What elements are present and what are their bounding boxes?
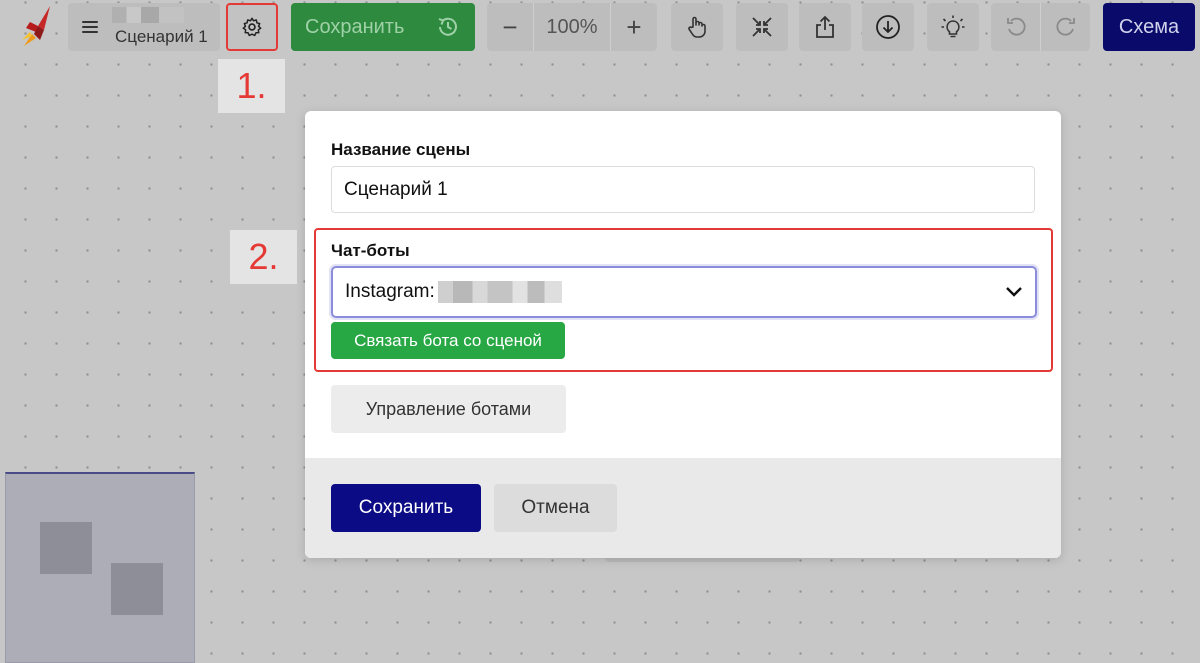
chatbots-label: Чат-боты — [331, 241, 410, 260]
step-1-label: 1. — [218, 59, 285, 113]
manage-bots-button[interactable]: Управление ботами — [331, 385, 566, 433]
toolbar-save-label: Сохранить — [305, 15, 405, 38]
hand-tool-button[interactable] — [671, 3, 723, 51]
link-bot-button[interactable]: Связать бота со сценой — [331, 322, 565, 359]
zoom-out-button[interactable]: − — [487, 3, 533, 51]
gear-icon — [242, 17, 262, 37]
fit-icon — [752, 17, 772, 37]
zoom-in-button[interactable]: + — [611, 3, 657, 51]
history-icon[interactable] — [435, 14, 461, 40]
toolbar-save-button[interactable]: Сохранить — [291, 3, 475, 51]
redo-button[interactable] — [1041, 3, 1090, 51]
pixelated-account-name — [437, 281, 562, 303]
chatbot-selected-value: Instagram: — [345, 281, 435, 302]
scene-name-input[interactable] — [331, 166, 1035, 213]
share-button[interactable] — [799, 3, 851, 51]
settings-button[interactable] — [226, 3, 278, 51]
lightbulb-icon — [941, 15, 965, 38]
chevron-down-icon — [1006, 287, 1022, 297]
schema-button[interactable]: Схема — [1103, 3, 1195, 51]
toolbar: Сценарий 1 Сохранить − 100% + Схема — [0, 0, 1200, 56]
scene-name-label: Название сцены — [331, 140, 471, 159]
zoom-control: − 100% + — [487, 3, 657, 51]
share-icon — [816, 15, 834, 38]
pixelated-project-title — [112, 7, 184, 23]
minimap-node — [111, 563, 163, 615]
scene-settings-modal: Название сцены Чат-боты Instagram: Связа… — [305, 111, 1061, 558]
hand-icon — [688, 16, 706, 38]
menu-panel[interactable]: Сценарий 1 — [68, 3, 220, 51]
menu-icon[interactable] — [82, 21, 98, 33]
fit-view-button[interactable] — [736, 3, 788, 51]
redo-icon — [1055, 17, 1075, 36]
zoom-level: 100% — [533, 3, 611, 51]
download-icon — [876, 15, 900, 39]
history-controls — [991, 3, 1090, 51]
cancel-button[interactable]: Отмена — [494, 484, 617, 532]
rocket-logo-icon — [22, 6, 50, 46]
hint-button[interactable] — [927, 3, 979, 51]
minimap[interactable] — [5, 472, 195, 663]
undo-icon — [1006, 17, 1026, 36]
download-button[interactable] — [862, 3, 914, 51]
step-2-label: 2. — [230, 230, 297, 284]
modal-body: Название сцены Чат-боты Instagram: Связа… — [305, 111, 1061, 458]
scene-name: Сценарий 1 — [115, 27, 208, 46]
save-button[interactable]: Сохранить — [331, 484, 481, 532]
undo-button[interactable] — [991, 3, 1041, 51]
chatbot-select[interactable]: Instagram: — [331, 266, 1037, 318]
minimap-node — [40, 522, 92, 574]
